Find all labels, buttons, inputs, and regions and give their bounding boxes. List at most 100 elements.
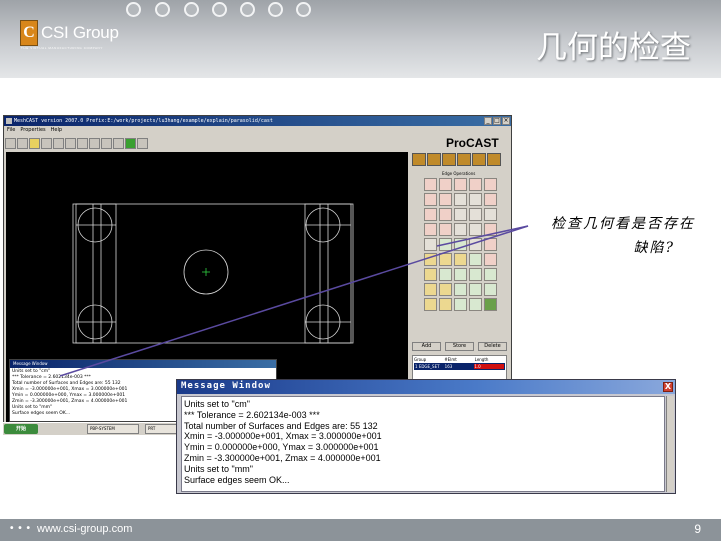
edge-tool-icon[interactable] xyxy=(424,298,437,311)
taskbar-item[interactable]: PBP-SYSTEM xyxy=(87,424,139,434)
edge-tool-icon[interactable] xyxy=(439,193,452,206)
callout-line: 检查几何看是否存在 xyxy=(551,216,695,232)
edge-tool-icon[interactable] xyxy=(424,193,437,206)
decor-circle xyxy=(126,2,141,17)
message-window: Message Window X Units set to "cm" *** T… xyxy=(176,379,676,494)
edge-tool-icon[interactable] xyxy=(439,298,452,311)
mode-icon[interactable] xyxy=(457,153,471,166)
edge-tool-icon[interactable] xyxy=(454,178,467,191)
edge-tool-icon[interactable] xyxy=(439,178,452,191)
delete-button[interactable]: Delete xyxy=(478,342,507,351)
menu-properties[interactable]: Properties xyxy=(20,126,45,135)
edge-tool-icon[interactable] xyxy=(454,238,467,251)
edge-tool-icon[interactable] xyxy=(424,223,437,236)
mode-icon[interactable] xyxy=(427,153,441,166)
table-cell: 1.0 xyxy=(474,364,505,369)
edge-tool-icon[interactable] xyxy=(424,208,437,221)
menu-bar: File Properties Help xyxy=(4,126,511,135)
edge-tool-icon[interactable] xyxy=(484,268,497,281)
message-line: Surface edges seem OK... xyxy=(184,474,290,485)
edge-tool-icon[interactable] xyxy=(424,283,437,296)
edge-tool-icon[interactable] xyxy=(439,208,452,221)
edge-tool-icon[interactable] xyxy=(454,208,467,221)
edge-tool-icon[interactable] xyxy=(424,268,437,281)
edge-tool-icon[interactable] xyxy=(439,268,452,281)
edge-tool-icon[interactable] xyxy=(439,223,452,236)
mode-icon[interactable] xyxy=(412,153,426,166)
green-block-icon[interactable] xyxy=(125,138,136,149)
window-controls: _ □ × xyxy=(484,117,510,125)
edge-tool-icon[interactable] xyxy=(469,238,482,251)
window-icon[interactable] xyxy=(101,138,112,149)
edge-tool-icon[interactable] xyxy=(424,178,437,191)
undo-icon[interactable] xyxy=(89,138,100,149)
edge-tool-icon[interactable] xyxy=(469,193,482,206)
edge-tool-icon[interactable] xyxy=(439,238,452,251)
apply-icon[interactable] xyxy=(484,298,497,311)
select-icon[interactable] xyxy=(65,138,76,149)
mesh-icon[interactable] xyxy=(77,138,88,149)
edge-tool-icon[interactable] xyxy=(469,298,482,311)
copy-icon[interactable] xyxy=(113,138,124,149)
column-header: #Elmt xyxy=(444,357,457,362)
close-icon[interactable]: X xyxy=(663,382,673,392)
edge-tool-icon[interactable] xyxy=(484,223,497,236)
edge-tool-icon[interactable] xyxy=(439,253,452,266)
edge-operations-label: Edge Operations xyxy=(442,171,476,176)
column-header: Group xyxy=(414,357,427,362)
table-cell: 1 EDGE_SET xyxy=(415,364,440,369)
message-line: Zmin = -3.300000e+001, Zmax = 4.000000e+… xyxy=(184,452,381,463)
edge-tool-icon[interactable] xyxy=(484,208,497,221)
edge-tool-icon[interactable] xyxy=(484,283,497,296)
mode-icon[interactable] xyxy=(472,153,486,166)
logo-tagline: THE VIRTUAL MANUFACTURING COMPANY xyxy=(21,46,103,50)
edge-tool-icon[interactable] xyxy=(469,223,482,236)
message-line: Units set to "mm" xyxy=(184,463,253,474)
decor-circle xyxy=(268,2,283,17)
edge-tool-icon[interactable] xyxy=(454,223,467,236)
zoom-icon[interactable] xyxy=(29,138,40,149)
menu-file[interactable]: File xyxy=(7,126,15,135)
rotate-icon[interactable] xyxy=(5,138,16,149)
edge-tool-icon[interactable] xyxy=(469,178,482,191)
edge-tool-icon[interactable] xyxy=(454,268,467,281)
shrink-icon[interactable] xyxy=(53,138,64,149)
minimize-button[interactable]: _ xyxy=(484,117,492,125)
edge-tool-icon[interactable] xyxy=(484,193,497,206)
message-window-body: Units set to "cm" *** Tolerance = 2.6021… xyxy=(181,396,665,492)
edge-tool-icon[interactable] xyxy=(454,298,467,311)
edge-tool-icon[interactable] xyxy=(454,193,467,206)
edge-tool-icon[interactable] xyxy=(454,283,467,296)
edge-tool-icon[interactable] xyxy=(484,178,497,191)
edge-tool-icon[interactable] xyxy=(484,238,497,251)
edge-tool-icon[interactable] xyxy=(439,283,452,296)
edge-tool-icon[interactable] xyxy=(469,283,482,296)
edge-tool-icon[interactable] xyxy=(424,253,437,266)
maximize-button[interactable]: □ xyxy=(493,117,501,125)
decor-circle xyxy=(296,2,311,17)
mode-icon[interactable] xyxy=(487,153,501,166)
callout-text: 检查几何看是否存在 缺陷? xyxy=(530,212,695,260)
pan-icon[interactable] xyxy=(41,138,52,149)
message-window-title: Message Window xyxy=(181,381,271,391)
edge-tool-icon[interactable] xyxy=(484,253,497,266)
message-scrollbar[interactable] xyxy=(666,396,674,492)
close-button[interactable]: × xyxy=(502,117,510,125)
edge-tool-icon[interactable] xyxy=(469,253,482,266)
view-icon[interactable] xyxy=(137,138,148,149)
edge-tool-icon[interactable] xyxy=(469,268,482,281)
decor-circle xyxy=(155,2,170,17)
app-titlebar: MeshCAST version 2007.0 Prefix:E:/work/p… xyxy=(4,116,511,126)
check-geometry-icon[interactable] xyxy=(424,238,437,251)
store-button[interactable]: Store xyxy=(445,342,474,351)
main-toolbar xyxy=(5,136,165,151)
mode-icon[interactable] xyxy=(442,153,456,166)
start-button[interactable]: 开始 xyxy=(4,424,38,434)
message-line: Units set to "cm" xyxy=(184,399,250,409)
edge-tool-icon[interactable] xyxy=(469,208,482,221)
table-row[interactable]: 1 EDGE_SET 163 1.0 xyxy=(414,363,505,370)
edge-tool-icon[interactable] xyxy=(454,253,467,266)
fit-icon[interactable] xyxy=(17,138,28,149)
add-button[interactable]: Add xyxy=(412,342,441,351)
menu-help[interactable]: Help xyxy=(51,126,62,135)
